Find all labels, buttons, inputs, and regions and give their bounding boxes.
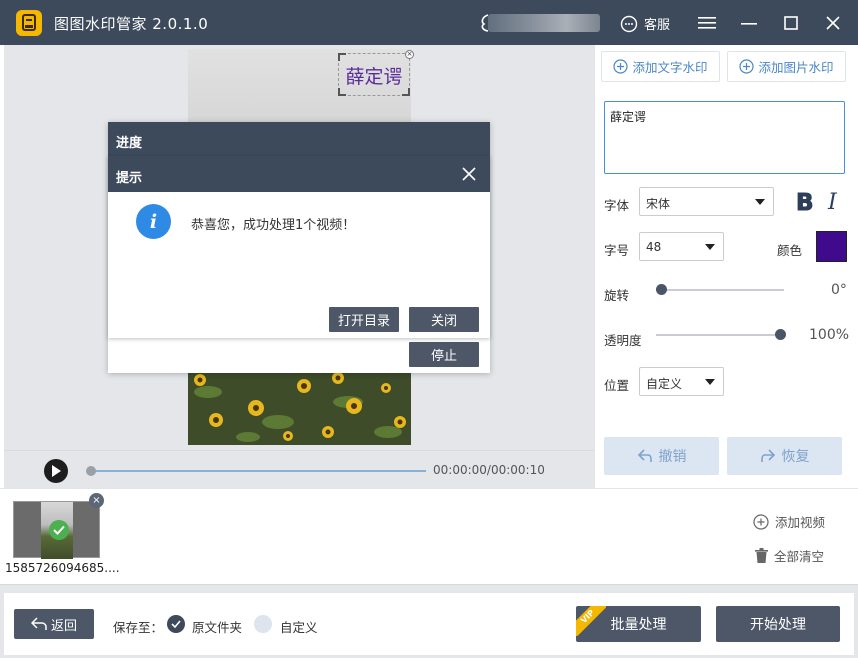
close-window-button[interactable] bbox=[820, 10, 846, 36]
play-icon bbox=[52, 465, 61, 477]
back-icon bbox=[30, 617, 47, 630]
vip-badge: VIP bbox=[576, 606, 606, 636]
opacity-slider-knob[interactable] bbox=[775, 329, 786, 340]
clear-all-button[interactable]: 全部清空 bbox=[755, 546, 824, 565]
option-custom-folder-label: 自定义 bbox=[280, 620, 318, 635]
close-icon bbox=[462, 167, 476, 181]
opacity-label: 透明度 bbox=[604, 333, 642, 348]
customer-service-button[interactable]: 客服 bbox=[620, 14, 670, 33]
info-icon: i bbox=[136, 204, 171, 239]
batch-process-button[interactable]: VIP 批量处理 bbox=[576, 606, 701, 642]
playback-progress-knob[interactable] bbox=[86, 466, 96, 476]
file-list: 1585726094685.... 添加视频 全部清空 bbox=[0, 488, 858, 584]
trash-icon bbox=[755, 548, 768, 563]
play-button[interactable] bbox=[44, 459, 68, 483]
font-select[interactable]: 宋体 bbox=[639, 187, 774, 216]
undo-icon bbox=[637, 449, 652, 462]
watermark-box[interactable]: 薛定谔 bbox=[338, 53, 410, 96]
file-name: 1585726094685.... bbox=[5, 561, 120, 575]
title-bar: 图图水印管家 2.0.1.0 客服 bbox=[0, 0, 858, 45]
position-label: 位置 bbox=[604, 378, 630, 393]
app-title: 图图水印管家 2.0.1.0 bbox=[54, 15, 209, 33]
prompt-dialog-title: 提示 bbox=[108, 156, 490, 192]
plus-circle-icon bbox=[739, 59, 755, 74]
close-icon bbox=[826, 16, 840, 30]
check-icon bbox=[49, 520, 69, 540]
watermark-preview-text: 薛定谔 bbox=[345, 66, 403, 88]
plus-circle-icon bbox=[613, 59, 629, 74]
add-text-watermark-button[interactable]: 添加文字水印 bbox=[601, 51, 720, 82]
prompt-dialog: 提示 i 恭喜您，成功处理1个视频！ 打开目录 关闭 bbox=[108, 156, 490, 338]
save-to-label: 保存至： bbox=[113, 620, 164, 635]
add-image-watermark-button[interactable]: 添加图片水印 bbox=[727, 51, 846, 82]
sunflower-field-image bbox=[188, 372, 411, 445]
progress-dialog-title: 进度 bbox=[108, 122, 490, 157]
font-label: 字体 bbox=[604, 198, 630, 213]
opacity-slider-track[interactable] bbox=[656, 334, 780, 336]
open-directory-button[interactable]: 打开目录 bbox=[329, 307, 399, 332]
check-icon bbox=[171, 620, 181, 628]
color-label: 颜色 bbox=[777, 243, 803, 258]
maximize-icon bbox=[784, 16, 798, 30]
italic-button[interactable]: I bbox=[828, 190, 837, 215]
rotation-slider-track[interactable] bbox=[656, 289, 784, 291]
radio-original-folder[interactable] bbox=[167, 615, 185, 633]
chevron-down-icon bbox=[755, 199, 765, 205]
dialog-close-button[interactable] bbox=[460, 165, 478, 183]
video-frame-bottom bbox=[188, 372, 411, 445]
playback-progress-track[interactable] bbox=[88, 470, 426, 472]
rotation-label: 旋转 bbox=[604, 288, 630, 303]
back-button[interactable]: 返回 bbox=[14, 609, 94, 639]
chevron-down-icon bbox=[705, 244, 715, 250]
minimize-button[interactable] bbox=[736, 10, 762, 36]
watermark-close-icon[interactable]: × bbox=[405, 50, 414, 59]
menu-button[interactable] bbox=[694, 10, 720, 36]
watermark-settings-panel: 添加文字水印 添加图片水印 字体 宋体 B I 字号 48 颜色 旋转 0° 透… bbox=[594, 45, 858, 488]
remove-file-icon[interactable]: × bbox=[89, 493, 104, 508]
redo-button[interactable]: 恢复 bbox=[727, 437, 842, 475]
rotation-slider-knob[interactable] bbox=[656, 284, 667, 295]
service-label: 客服 bbox=[644, 18, 671, 33]
bold-button[interactable]: B bbox=[796, 190, 815, 217]
dialog-message: 恭喜您，成功处理1个视频！ bbox=[191, 218, 356, 233]
playback-time: 00:00:00/00:00:10 bbox=[433, 463, 545, 477]
rotation-value: 0° bbox=[831, 282, 847, 298]
undo-button[interactable]: 撤销 bbox=[604, 437, 719, 475]
add-video-button[interactable]: 添加视频 bbox=[753, 512, 825, 531]
close-dialog-button[interactable]: 关闭 bbox=[409, 307, 479, 332]
maximize-button[interactable] bbox=[778, 10, 804, 36]
minimize-icon bbox=[741, 23, 757, 25]
watermark-text-input[interactable] bbox=[604, 101, 845, 174]
position-select[interactable]: 自定义 bbox=[639, 367, 724, 396]
size-label: 字号 bbox=[604, 243, 630, 258]
opacity-value: 100% bbox=[809, 327, 850, 343]
start-process-button[interactable]: 开始处理 bbox=[716, 606, 840, 642]
radio-custom-folder[interactable] bbox=[254, 615, 272, 633]
player-bar: 00:00:00/00:00:10 bbox=[4, 450, 594, 488]
video-thumbnail[interactable] bbox=[13, 501, 100, 559]
plus-circle-icon bbox=[753, 513, 769, 530]
chat-icon bbox=[620, 15, 638, 32]
redo-icon bbox=[760, 449, 775, 462]
stop-button[interactable]: 停止 bbox=[409, 342, 479, 367]
user-account-blurred[interactable] bbox=[488, 14, 600, 32]
option-original-folder-label: 原文件夹 bbox=[192, 620, 243, 635]
hamburger-icon bbox=[698, 17, 716, 29]
chevron-down-icon bbox=[705, 379, 715, 385]
font-size-select[interactable]: 48 bbox=[639, 232, 724, 261]
bottom-bar: 返回 保存至： 原文件夹 自定义 VIP 批量处理 开始处理 bbox=[0, 584, 858, 658]
color-swatch[interactable] bbox=[816, 231, 847, 262]
app-logo-icon bbox=[16, 10, 42, 36]
